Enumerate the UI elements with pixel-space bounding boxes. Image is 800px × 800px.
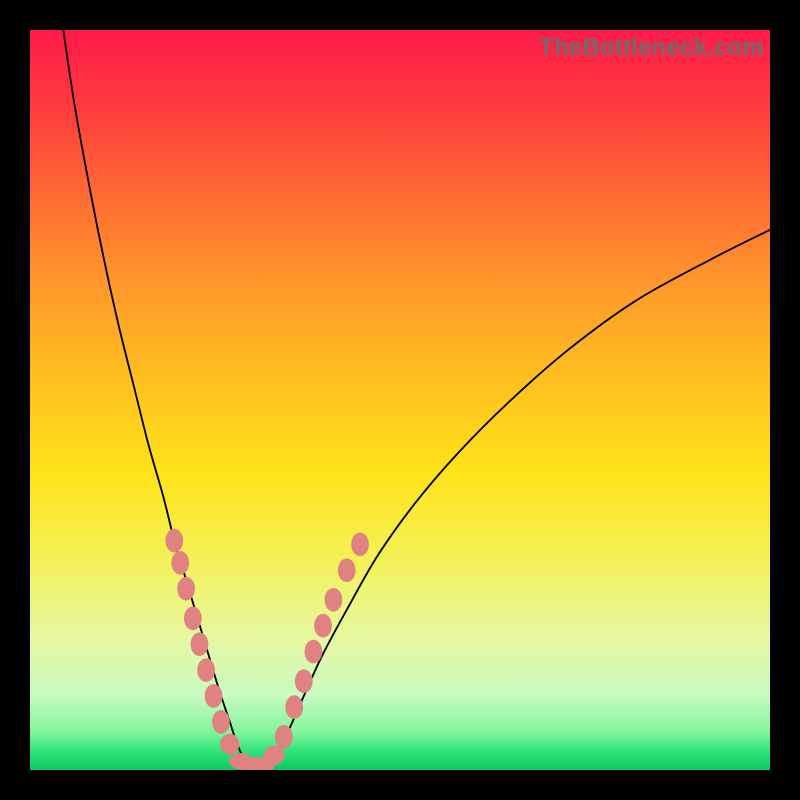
chart-frame: TheBottleneck.com (0, 0, 800, 800)
curve-marker (165, 529, 183, 553)
curve-marker (212, 710, 230, 734)
plot-area: TheBottleneck.com (30, 30, 770, 770)
curve-marker (197, 658, 215, 682)
curve-marker (264, 746, 285, 765)
curve-marker (305, 640, 323, 664)
curve-marker (295, 669, 313, 693)
curve-marker (184, 606, 202, 630)
curve-marker (205, 684, 223, 708)
marker-group (165, 529, 368, 770)
curve-marker (191, 632, 209, 656)
curve-layer (30, 30, 770, 770)
curve-marker (351, 532, 369, 556)
curve-marker (325, 588, 343, 612)
curve-marker (275, 725, 293, 749)
curve-marker (220, 734, 239, 755)
curve-marker (338, 558, 356, 582)
curve-marker (177, 577, 195, 601)
curve-marker (171, 551, 189, 575)
curve-marker (285, 695, 303, 719)
curve-marker (314, 614, 332, 638)
bottleneck-curve (63, 30, 770, 766)
